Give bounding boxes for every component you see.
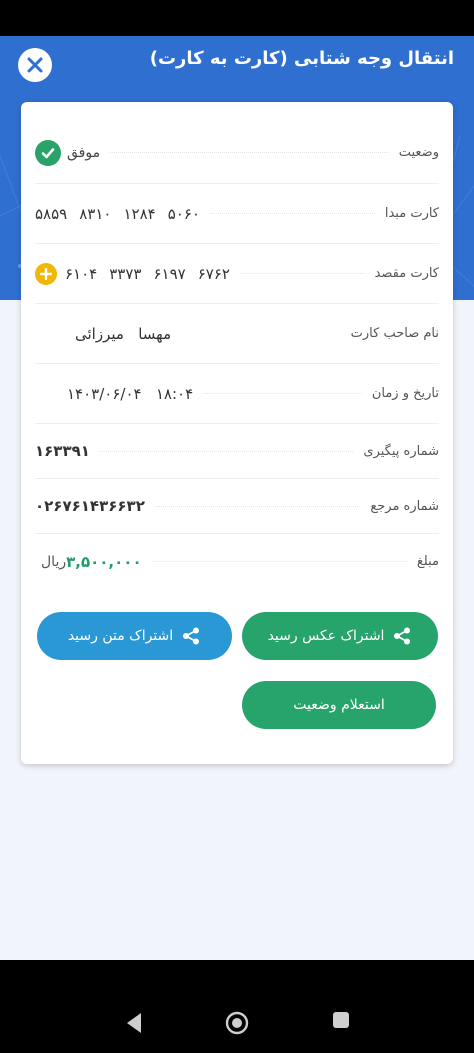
amount-number: ۳,۵۰۰,۰۰۰ <box>66 552 142 571</box>
close-button[interactable] <box>18 48 52 82</box>
status-value: موفق <box>35 139 101 166</box>
amount-row: مبلغ ریال ۳,۵۰۰,۰۰۰ <box>35 534 439 589</box>
source-card-row: کارت مبدا ۵۸۵۹ ۸۳۱۰ ۱۲۸۴ ۵۰۶۰ <box>35 184 439 244</box>
amount-label: مبلغ <box>416 554 439 569</box>
status-bar <box>0 0 474 36</box>
receipt-card: وضعیت موفق کارت مبدا ۵۸۵۹ ۸۳۱۰ ۱۲۸۴ ۵۰۶۰… <box>21 102 453 764</box>
status-text: موفق <box>67 144 101 161</box>
amount-unit: ریال <box>41 553 67 570</box>
plus-circle-icon[interactable] <box>35 262 57 285</box>
home-icon[interactable] <box>225 1011 249 1035</box>
system-navigation-bar <box>0 960 474 1053</box>
source-card-number: ۵۸۵۹ ۸۳۱۰ ۱۲۸۴ ۵۰۶۰ <box>35 204 200 223</box>
reference-number: ۰۲۶۷۶۱۴۳۶۶۳۲ <box>35 497 145 515</box>
datetime-label: تاریخ و زمان <box>371 386 439 401</box>
datetime-value: ۱۴۰۳/۰۶/۰۴ ۱۸:۰۴ <box>67 384 194 403</box>
tracking-label: شماره پیگیری <box>363 443 439 459</box>
inquiry-label: استعلام وضعیت <box>293 697 385 713</box>
datetime-row: تاریخ و زمان ۱۴۰۳/۰۶/۰۴ ۱۸:۰۴ <box>35 364 439 424</box>
tracking-number: ۱۶۳۳۹۱ <box>35 442 90 460</box>
share-icon <box>181 626 201 646</box>
status-label: وضعیت <box>398 145 439 160</box>
close-icon <box>27 57 43 73</box>
back-icon[interactable] <box>124 1011 144 1035</box>
reference-label: شماره مرجع <box>370 498 439 514</box>
amount-value: ریال ۳,۵۰۰,۰۰۰ <box>35 553 142 571</box>
card-holder-label: نام صاحب کارت <box>350 326 439 341</box>
inquiry-button[interactable]: استعلام وضعیت <box>242 681 436 729</box>
card-holder-name: مهسا میرزائی <box>75 324 172 343</box>
share-icon <box>392 626 412 646</box>
source-card-label: کارت مبدا <box>384 206 439 221</box>
share-image-button[interactable]: اشتراک عکس رسید <box>242 612 438 660</box>
dest-card-row: کارت مقصد ۶۱۰۴ ۳۳۷۳ ۶۱۹۷ ۶۷۶۲ <box>35 244 439 304</box>
status-row: وضعیت موفق <box>35 122 439 184</box>
share-image-label: اشتراک عکس رسید <box>267 628 385 644</box>
dest-card-label: کارت مقصد <box>374 266 439 281</box>
recents-icon[interactable] <box>332 1011 350 1029</box>
page-title: انتقال وجه شتابی (کارت به کارت) <box>149 48 454 69</box>
share-text-label: اشتراک متن رسید <box>67 628 174 644</box>
check-circle-icon <box>35 139 61 166</box>
card-holder-row: نام صاحب کارت مهسا میرزائی <box>35 304 439 364</box>
share-text-button[interactable]: اشتراک متن رسید <box>37 612 232 660</box>
dest-card-number: ۶۱۰۴ ۳۳۷۳ ۶۱۹۷ ۶۷۶۲ <box>35 262 230 285</box>
reference-row: شماره مرجع ۰۲۶۷۶۱۴۳۶۶۳۲ <box>35 479 439 534</box>
tracking-row: شماره پیگیری ۱۶۳۳۹۱ <box>35 424 439 479</box>
